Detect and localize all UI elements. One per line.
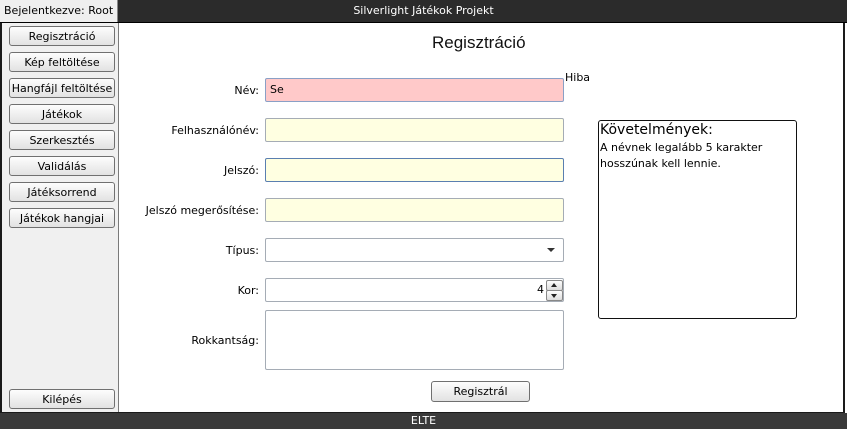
age-label: Kor: xyxy=(237,284,259,297)
error-label: Hiba xyxy=(565,71,591,84)
disability-textarea[interactable] xyxy=(265,310,564,370)
footer: ELTE xyxy=(0,413,847,429)
nav-games-button[interactable]: Játékok xyxy=(9,104,115,124)
app-title: Silverlight Játékok Projekt xyxy=(353,4,494,17)
username-label: Felhasználónév: xyxy=(171,124,259,137)
nav-registration-button[interactable]: Regisztráció xyxy=(9,26,115,46)
age-stepper[interactable]: 4 xyxy=(265,278,564,302)
password-confirm-label: Jelszó megerősítése: xyxy=(145,204,259,217)
age-value: 4 xyxy=(537,283,544,296)
below-window-area xyxy=(0,429,847,440)
name-field[interactable]: Se xyxy=(265,78,564,102)
logout-button[interactable]: Kilépés xyxy=(9,389,115,409)
chevron-down-icon xyxy=(547,248,555,252)
requirements-text: A névnek legalább 5 karakter hosszúnak k… xyxy=(600,141,763,170)
decrement-arrow-icon[interactable] xyxy=(546,290,563,301)
password-field[interactable] xyxy=(265,158,564,182)
nav-image-upload-button[interactable]: Kép feltöltése xyxy=(9,52,115,72)
nav-validation-button[interactable]: Validálás xyxy=(9,156,115,176)
nav-edit-button[interactable]: Szerkesztés xyxy=(9,130,115,150)
page-title: Regisztráció xyxy=(432,33,526,52)
nav-sound-upload-button[interactable]: Hangfájl feltöltése xyxy=(9,78,115,98)
login-status: Bejelentkezve: Root xyxy=(0,0,119,22)
requirements-title: Követelmények: xyxy=(600,122,713,138)
register-button[interactable]: Regisztrál xyxy=(431,381,530,402)
type-label: Típus: xyxy=(225,244,259,257)
type-select[interactable] xyxy=(265,238,564,262)
password-confirm-field[interactable] xyxy=(265,198,564,222)
title-bar: Silverlight Játékok Projekt Bejelentkezv… xyxy=(0,0,847,23)
nav-game-order-button[interactable]: Játéksorrend xyxy=(9,182,115,202)
main-frame: Regisztráció Kép feltöltése Hangfájl fel… xyxy=(0,23,845,413)
sidebar: Regisztráció Kép feltöltése Hangfájl fel… xyxy=(2,23,119,412)
name-label: Név: xyxy=(234,84,259,97)
username-field[interactable] xyxy=(265,118,564,142)
registration-form: Regisztráció Hiba Név: Se Felhasználónév… xyxy=(119,23,843,412)
age-spinner xyxy=(546,280,563,301)
requirements-panel: Követelmények: A névnek legalább 5 karak… xyxy=(598,120,797,319)
password-label: Jelszó: xyxy=(223,164,259,177)
disability-label: Rokkantság: xyxy=(191,334,259,347)
nav-game-sounds-button[interactable]: Játékok hangjai xyxy=(9,208,115,228)
